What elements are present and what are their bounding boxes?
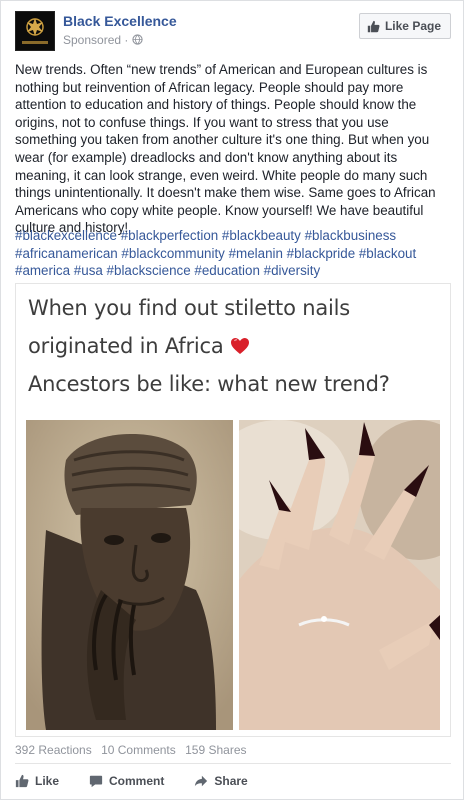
meme-caption-line-2-text: originated in Africa [28,334,224,358]
share-label: Share [214,774,248,788]
comment-label: Comment [109,774,165,788]
sponsored-label: Sponsored · [63,33,143,47]
actions-divider [15,763,451,764]
comment-button[interactable]: Comment [89,774,164,788]
hand-with-nails-illustration [239,420,440,730]
red-heart-icon [231,338,250,354]
page-name-link[interactable]: Black Excellence [63,13,177,29]
sponsored-post-card: Black Excellence Sponsored · Like Page N… [0,0,464,800]
post-header: Black Excellence Sponsored · Like Page [15,11,451,51]
globe-icon [132,34,143,45]
ancestor-portrait-photo [26,420,233,730]
share-button[interactable]: Share [194,774,248,788]
stiletto-nails-photo [239,420,440,730]
thumbs-up-icon [15,774,29,788]
comments-count[interactable]: 10 Comments [101,743,176,757]
like-page-label: Like Page [384,19,441,33]
page-avatar[interactable] [15,11,55,51]
post-actions-bar: Like Comment Share [15,769,451,793]
shares-count[interactable]: 159 Shares [185,743,246,757]
meme-caption-line-2: originated in Africa [28,334,250,358]
engagement-stats: 392 Reactions 10 Comments 159 Shares [15,743,253,757]
sepia-portrait-illustration [26,420,233,730]
sponsored-text: Sponsored [63,33,122,47]
meme-caption-line-1: When you find out stiletto nails [28,296,350,320]
like-page-button[interactable]: Like Page [358,13,451,39]
thumbs-up-icon [367,20,380,32]
like-label: Like [35,774,60,788]
reactions-count[interactable]: 392 Reactions [15,743,92,757]
speech-bubble-icon [89,775,103,788]
post-body-text: New trends. Often “new trends” of Americ… [15,62,436,236]
share-arrow-icon [195,775,208,787]
post-hashtags[interactable]: #blackexcellence #blackperfection #black… [15,227,453,280]
crown-logo-icon [16,12,54,50]
meme-caption-line-3: Ancestors be like: what new trend? [28,372,390,396]
post-image[interactable]: When you find out stiletto nails origina… [15,283,451,737]
like-button[interactable]: Like [15,774,59,788]
